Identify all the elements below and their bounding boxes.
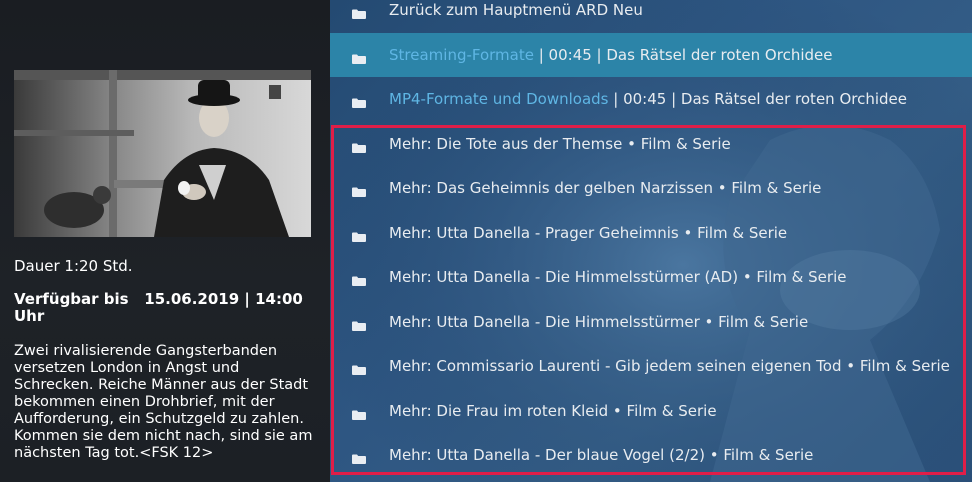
list-item[interactable]: Mehr: Commissario Laurenti - Gib jedem s…: [330, 344, 972, 388]
list-item-label: Mehr: Utta Danella - Der blaue Vogel (2/…: [389, 446, 814, 464]
list-item-label: Mehr: Die Frau im roten Kleid • Film & S…: [389, 401, 717, 420]
list-item-label: Mehr: Das Geheimnis der gelben Narzissen…: [389, 179, 822, 197]
list-item-label: Mehr: Commissario Laurenti - Gib jedem s…: [389, 357, 950, 375]
list-item[interactable]: Mehr: Das Geheimnis der gelben Narzissen…: [330, 166, 972, 210]
folder-icon: [352, 183, 366, 197]
list-item-label: MP4-Formate und Downloads | 00:45 | Das …: [389, 90, 907, 108]
folder-icon: [352, 228, 366, 242]
availability-text: Verfügbar bis 15.06.2019 | 14:00 Uhr: [14, 290, 309, 325]
list-item[interactable]: Mehr: Utta Danella - Prager Geheimnis • …: [330, 211, 972, 255]
list-item-details: | 00:45 | Das Rätsel der roten Orchidee: [533, 45, 833, 64]
list-item-label: Mehr: Die Tote aus der Themse • Film & S…: [389, 134, 731, 153]
list-item-accent-label: Streaming-Formate: [389, 45, 534, 64]
thumbnail-image: [14, 70, 311, 237]
folder-icon: [352, 139, 366, 153]
list-item-accent-label: MP4-Formate und Downloads: [389, 90, 609, 108]
folder-icon: [352, 450, 366, 464]
list-item-label: Mehr: Utta Danella - Prager Geheimnis • …: [389, 223, 788, 242]
list-item[interactable]: Mehr: Utta Danella - Der blaue Vogel (2/…: [330, 433, 972, 477]
list-item[interactable]: MP4-Formate und Downloads | 00:45 | Das …: [330, 77, 972, 121]
folder-icon: [352, 5, 366, 19]
list-item-label: Mehr: Utta Danella - Die Himmelsstürmer …: [389, 268, 847, 286]
folder-icon: [352, 361, 366, 375]
info-panel: Dauer 1:20 Std. Verfügbar bis 15.06.2019…: [0, 0, 330, 482]
plot-text: Zwei rivalisierende Gangsterbanden verse…: [14, 343, 313, 461]
list-item[interactable]: Mehr: Utta Danella - Die Himmelsstürmer …: [330, 255, 972, 299]
list-item[interactable]: Mehr: Die Tote aus der Themse • Film & S…: [330, 122, 972, 166]
list-item[interactable]: Mehr: Die Frau im roten Kleid • Film & S…: [330, 389, 972, 433]
folder-icon: [352, 406, 366, 420]
list-item-details: | 00:45 | Das Rätsel der roten Orchidee: [608, 90, 907, 108]
folder-icon: [352, 272, 366, 286]
list-item-label: Zurück zum Hauptmenü ARD Neu: [389, 1, 643, 19]
list-item[interactable]: Mehr: Utta Danella - Die Himmelsstürmer …: [330, 300, 972, 344]
list-item[interactable]: Zurück zum Hauptmenü ARD Neu: [330, 0, 972, 32]
duration-text: Dauer 1:20 Std.: [14, 257, 133, 275]
list-item[interactable]: Streaming-Formate | 00:45 | Das Rätsel d…: [330, 32, 972, 77]
folder-icon: [352, 50, 366, 64]
list-item-label: Mehr: Utta Danella - Die Himmelsstürmer …: [389, 312, 809, 331]
folder-icon: [352, 317, 366, 331]
list-item-label: Streaming-Formate | 00:45 | Das Rätsel d…: [389, 46, 832, 64]
folder-icon: [352, 94, 366, 108]
content-list-panel: Zurück zum Hauptmenü ARD Neu Streaming-Fo…: [330, 0, 972, 482]
